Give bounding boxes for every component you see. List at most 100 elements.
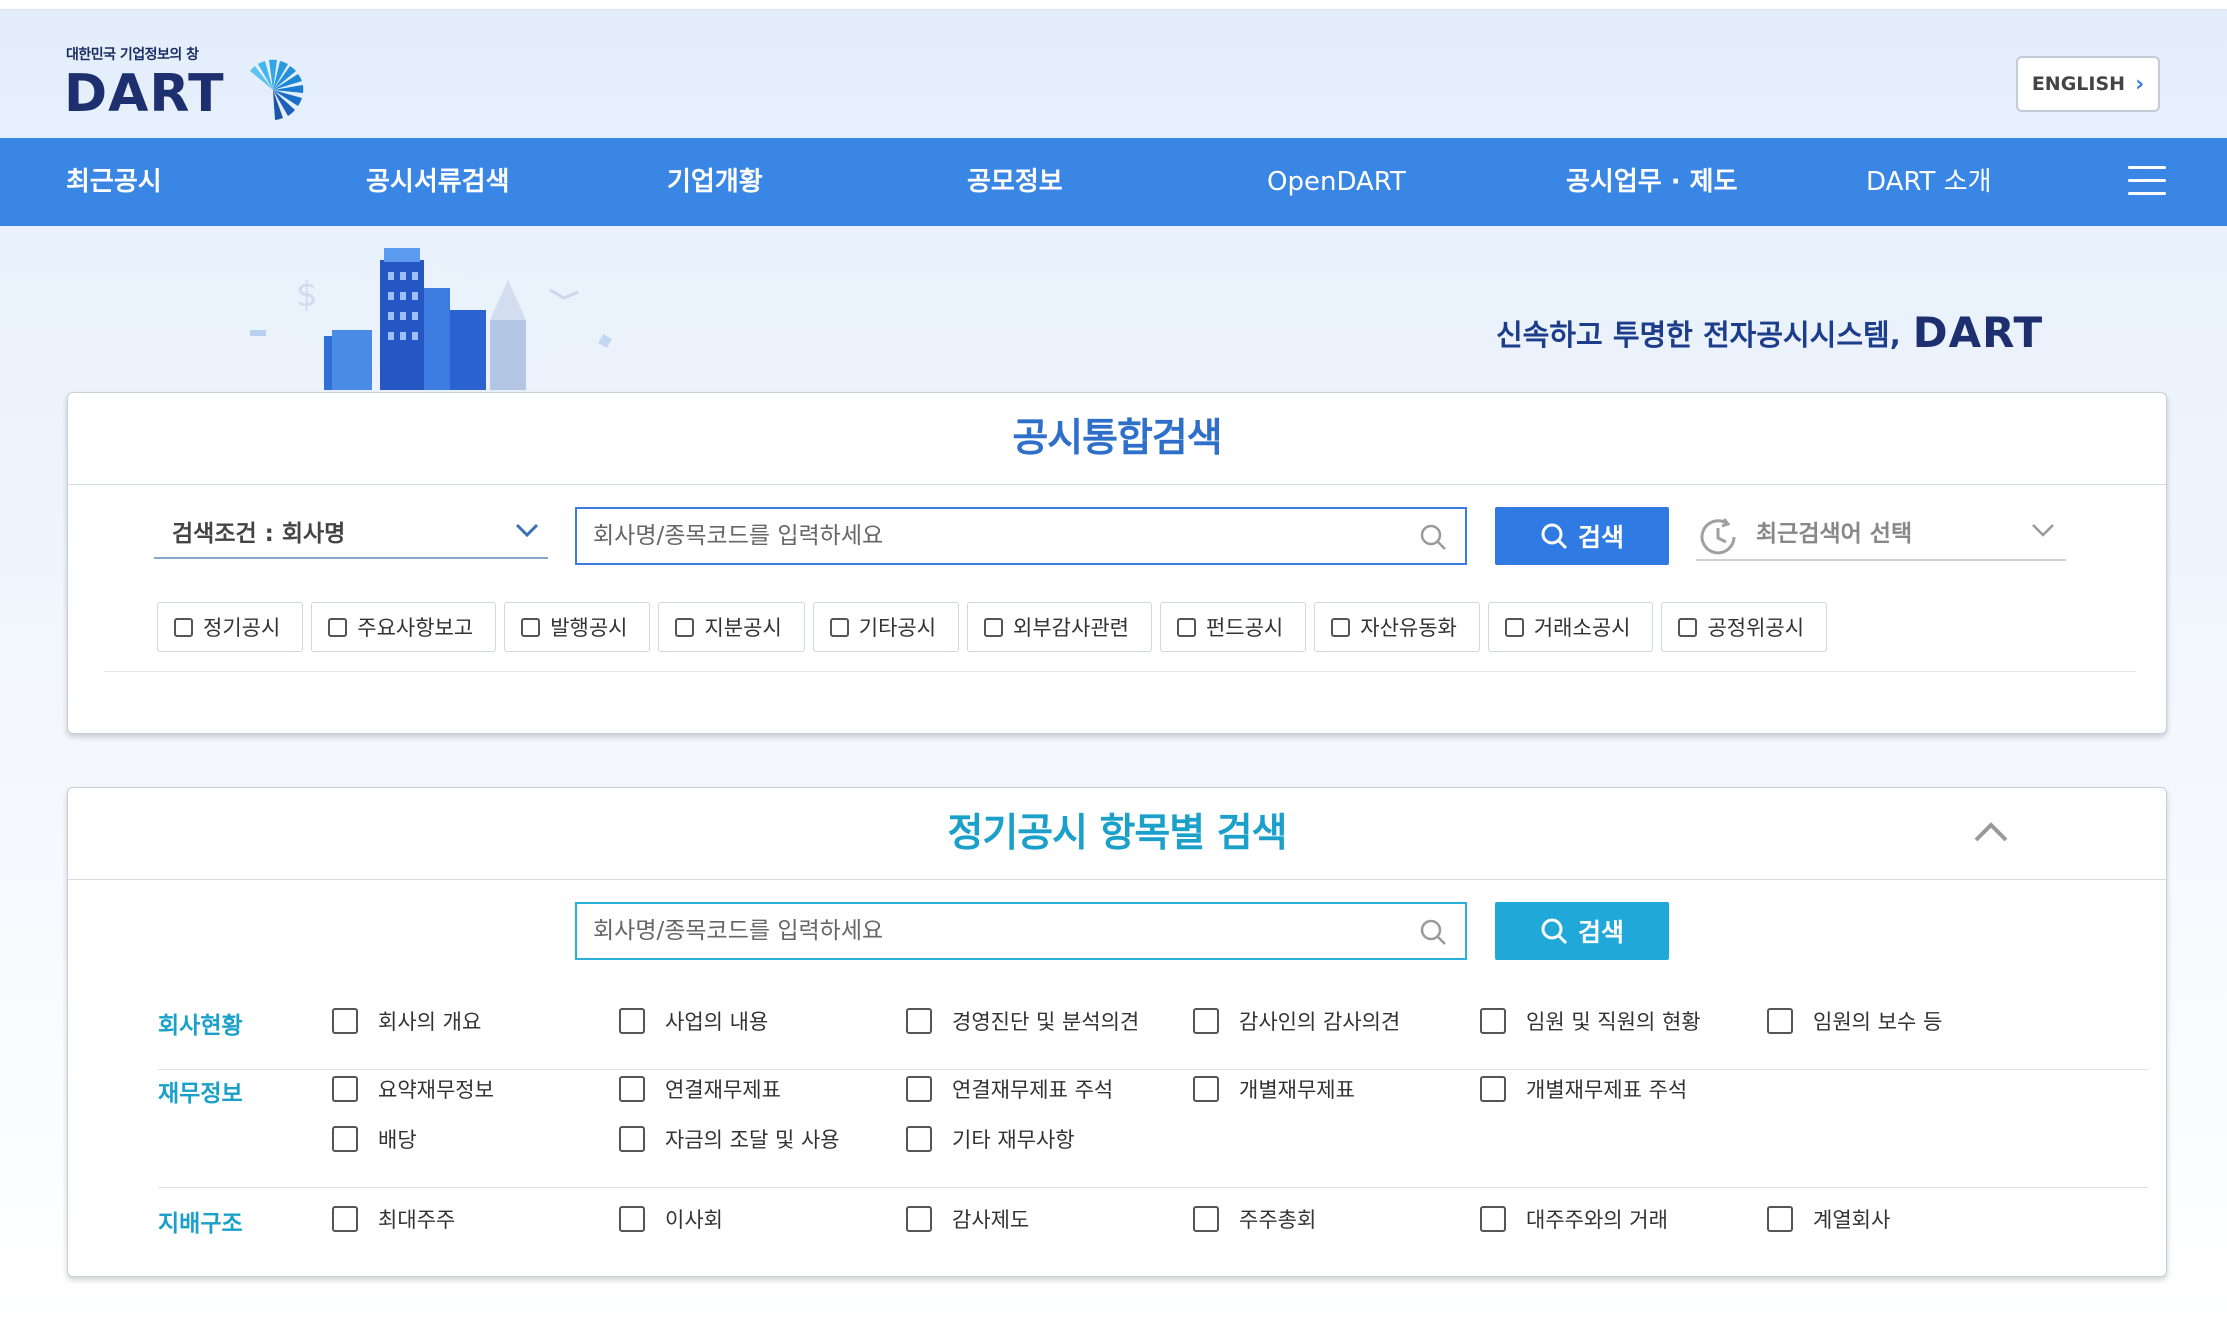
filter-periodic[interactable]: 정기공시 bbox=[157, 602, 304, 652]
filter-equity[interactable]: 지분공시 bbox=[658, 602, 805, 652]
nav-item-disclosure-system[interactable]: 공시업무 · 제도 bbox=[1566, 138, 1738, 226]
filter-major-report[interactable]: 주요사항보고 bbox=[311, 602, 497, 652]
item-company-overview[interactable]: 회사의 개요 bbox=[332, 1006, 481, 1036]
recent-search-select[interactable]: 최근검색어 선택 bbox=[1696, 503, 2066, 561]
checkbox[interactable] bbox=[1193, 1076, 1219, 1102]
checkbox[interactable] bbox=[521, 617, 541, 637]
filter-external-audit[interactable]: 외부감사관련 bbox=[967, 602, 1152, 652]
filter-label: 거래소공시 bbox=[1533, 616, 1631, 640]
nav-item-recent-disclosure[interactable]: 최근공시 bbox=[66, 138, 162, 226]
checkbox[interactable] bbox=[1767, 1206, 1793, 1232]
nav-item-opendart[interactable]: OpenDART bbox=[1267, 138, 1406, 226]
item-fund-raising-use[interactable]: 자금의 조달 및 사용 bbox=[619, 1124, 840, 1154]
filter-ftc[interactable]: 공정위공시 bbox=[1661, 602, 1828, 652]
checkbox[interactable] bbox=[619, 1076, 645, 1102]
item-label: 계열회사 bbox=[1813, 1208, 1891, 1232]
item-separate-fs-notes[interactable]: 개별재무제표 주석 bbox=[1480, 1074, 1687, 1104]
periodic-search-title: 정기공시 항목별 검색 bbox=[68, 788, 2166, 880]
filter-label: 공정위공시 bbox=[1707, 616, 1805, 640]
filter-label: 정기공시 bbox=[203, 616, 281, 640]
checkbox[interactable] bbox=[1504, 617, 1524, 637]
dart-logo[interactable]: 대한민국 기업정보의 창 DART bbox=[64, 44, 326, 124]
item-shareholders-meeting[interactable]: 주주총회 bbox=[1193, 1204, 1316, 1234]
chevron-down-icon bbox=[2032, 524, 2054, 537]
english-label: ENGLISH bbox=[2031, 73, 2126, 95]
checkbox[interactable] bbox=[1767, 1008, 1793, 1034]
checkbox[interactable] bbox=[906, 1206, 932, 1232]
item-summary-financials[interactable]: 요약재무정보 bbox=[332, 1074, 494, 1104]
english-button[interactable]: ENGLISH › bbox=[2016, 56, 2160, 112]
integrated-search-button[interactable]: 검색 bbox=[1495, 507, 1669, 565]
hamburger-menu-icon[interactable] bbox=[2128, 166, 2166, 198]
checkbox[interactable] bbox=[1480, 1206, 1506, 1232]
checkbox[interactable] bbox=[1678, 617, 1698, 637]
item-auditor-opinion[interactable]: 감사인의 감사의견 bbox=[1193, 1006, 1400, 1036]
checkbox[interactable] bbox=[1176, 617, 1196, 637]
item-business-content[interactable]: 사업의 내용 bbox=[619, 1006, 768, 1036]
item-board[interactable]: 이사회 bbox=[619, 1204, 723, 1234]
item-affiliates[interactable]: 계열회사 bbox=[1767, 1204, 1890, 1234]
slogan-text: 신속하고 투명한 전자공시시스템, bbox=[1496, 317, 1901, 352]
filter-label: 외부감사관련 bbox=[1013, 616, 1129, 640]
checkbox[interactable] bbox=[328, 617, 348, 637]
filter-fund[interactable]: 펀드공시 bbox=[1159, 602, 1307, 652]
item-label: 자금의 조달 및 사용 bbox=[665, 1128, 840, 1152]
periodic-search-box[interactable] bbox=[575, 902, 1467, 960]
checkbox[interactable] bbox=[906, 1126, 932, 1152]
checkbox[interactable] bbox=[174, 617, 193, 637]
filter-issuance[interactable]: 발행공시 bbox=[504, 602, 651, 652]
company-search-box[interactable] bbox=[575, 507, 1467, 565]
item-label: 최대주주 bbox=[378, 1208, 456, 1232]
checkbox[interactable] bbox=[332, 1008, 358, 1034]
hero-slogan: 신속하고 투명한 전자공시시스템, DART bbox=[1496, 308, 2043, 357]
checkbox[interactable] bbox=[332, 1126, 358, 1152]
filter-exchange[interactable]: 거래소공시 bbox=[1487, 602, 1654, 652]
item-label: 개별재무제표 주석 bbox=[1526, 1078, 1688, 1102]
nav-item-about-dart[interactable]: DART 소개 bbox=[1866, 138, 1992, 226]
periodic-search-input[interactable] bbox=[593, 918, 1413, 944]
item-audit-system[interactable]: 감사제도 bbox=[906, 1204, 1029, 1234]
checkbox[interactable] bbox=[906, 1008, 932, 1034]
search-icon bbox=[1420, 919, 1446, 945]
checkbox[interactable] bbox=[1193, 1008, 1219, 1034]
nav-item-offering-info[interactable]: 공모정보 bbox=[967, 138, 1063, 226]
item-other-financial[interactable]: 기타 재무사항 bbox=[906, 1124, 1075, 1154]
checkbox[interactable] bbox=[619, 1126, 645, 1152]
checkbox[interactable] bbox=[1331, 617, 1351, 637]
item-dividends[interactable]: 배당 bbox=[332, 1124, 417, 1154]
item-label: 임원 및 직원의 현황 bbox=[1526, 1010, 1701, 1034]
item-consolidated-fs-notes[interactable]: 연결재무제표 주석 bbox=[906, 1074, 1113, 1104]
item-separate-fs[interactable]: 개별재무제표 bbox=[1193, 1074, 1355, 1104]
item-officer-compensation[interactable]: 임원의 보수 등 bbox=[1767, 1006, 1942, 1036]
checkbox[interactable] bbox=[1480, 1076, 1506, 1102]
svg-text:$: $ bbox=[296, 275, 318, 315]
chevron-up-icon[interactable] bbox=[1966, 808, 2016, 858]
item-label: 배당 bbox=[378, 1128, 417, 1152]
company-search-input[interactable] bbox=[593, 523, 1413, 549]
search-button-label: 검색 bbox=[1577, 523, 1624, 552]
filter-other[interactable]: 기타공시 bbox=[812, 602, 960, 652]
nav-item-document-search[interactable]: 공시서류검색 bbox=[366, 138, 510, 226]
checkbox[interactable] bbox=[1193, 1206, 1219, 1232]
item-consolidated-fs[interactable]: 연결재무제표 bbox=[619, 1074, 781, 1104]
filter-securitization[interactable]: 자산유동화 bbox=[1314, 602, 1480, 652]
checkbox[interactable] bbox=[906, 1076, 932, 1102]
checkbox[interactable] bbox=[1480, 1008, 1506, 1034]
item-label: 기타 재무사항 bbox=[952, 1128, 1075, 1152]
checkbox[interactable] bbox=[332, 1206, 358, 1232]
checkbox[interactable] bbox=[619, 1008, 645, 1034]
item-largest-shareholder[interactable]: 최대주주 bbox=[332, 1204, 455, 1234]
checkbox[interactable] bbox=[675, 617, 695, 637]
item-mdna[interactable]: 경영진단 및 분석의견 bbox=[906, 1006, 1139, 1036]
checkbox[interactable] bbox=[332, 1076, 358, 1102]
logo-wordmark: DART bbox=[64, 64, 225, 124]
checkbox[interactable] bbox=[984, 617, 1004, 637]
nav-item-company-overview[interactable]: 기업개황 bbox=[667, 138, 763, 226]
disclosure-type-filters: 정기공시 주요사항보고 발행공시 지분공시 기타공시 외부감사관련 펀드공시 자… bbox=[157, 602, 1828, 652]
search-condition-select[interactable]: 검색조건 : 회사명 bbox=[154, 505, 548, 559]
periodic-search-button[interactable]: 검색 bbox=[1495, 902, 1669, 960]
checkbox[interactable] bbox=[619, 1206, 645, 1232]
item-major-shareholder-transactions[interactable]: 대주주와의 거래 bbox=[1480, 1204, 1668, 1234]
checkbox[interactable] bbox=[829, 617, 849, 637]
item-officers-employees[interactable]: 임원 및 직원의 현황 bbox=[1480, 1006, 1701, 1036]
